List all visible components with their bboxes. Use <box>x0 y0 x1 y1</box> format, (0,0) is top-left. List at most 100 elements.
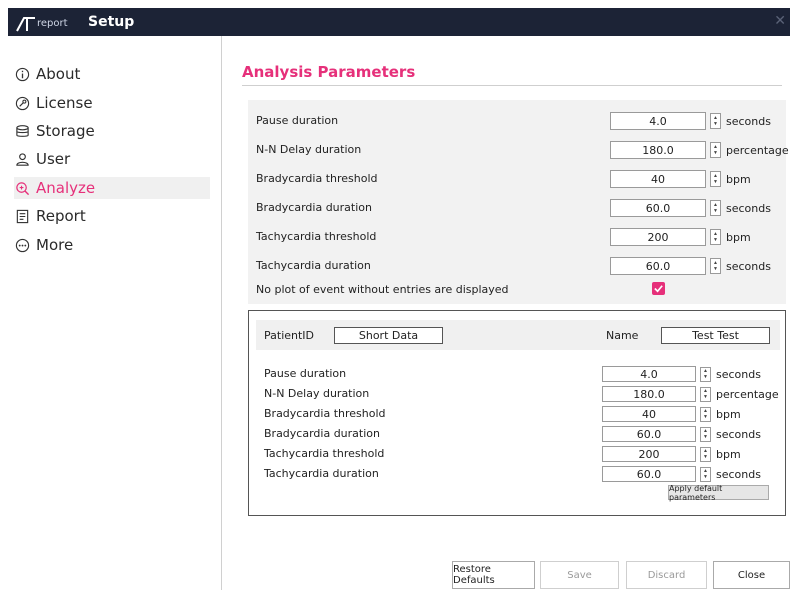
spin-arrows-icon[interactable]: ▲ ▼ <box>700 406 711 422</box>
pause-duration-stepper[interactable]: 4.0 ▲ ▼ seconds <box>610 112 771 130</box>
checkmark-icon <box>654 285 663 293</box>
patient-nn-delay-duration-input[interactable]: 180.0 <box>602 386 696 402</box>
patient-nn-delay-duration-label: N-N Delay duration <box>264 387 370 400</box>
patient-bradycardia-threshold-input[interactable]: 40 <box>602 406 696 422</box>
sidebar-item-label: Storage <box>36 122 95 140</box>
bradycardia-duration-label: Bradycardia duration <box>256 201 372 214</box>
spin-arrows-icon[interactable]: ▲ ▼ <box>700 466 711 482</box>
tachycardia-threshold-stepper[interactable]: 200 ▲ ▼ bpm <box>610 228 751 246</box>
spin-arrows-icon[interactable]: ▲ ▼ <box>700 366 711 382</box>
sidebar-item-more[interactable]: More <box>14 234 200 256</box>
tachycardia-duration-input[interactable]: 60.0 <box>610 257 706 275</box>
unit-label: seconds <box>726 201 771 215</box>
window-title: Setup <box>88 14 135 30</box>
patient-pause-duration-input[interactable]: 4.0 <box>602 366 696 382</box>
no-plot-label: No plot of event without entries are dis… <box>256 283 509 296</box>
bradycardia-threshold-label: Bradycardia threshold <box>256 172 378 185</box>
patient-pause-duration-label: Pause duration <box>264 367 347 380</box>
unit-label: seconds <box>716 467 761 481</box>
patient-tachycardia-duration-stepper[interactable]: 60.0 ▲ ▼ seconds <box>602 465 761 483</box>
sidebar-item-license[interactable]: License <box>14 92 200 114</box>
spin-arrows-icon[interactable]: ▲ ▼ <box>710 171 721 187</box>
patient-bradycardia-threshold-label: Bradycardia threshold <box>264 407 386 420</box>
spin-arrows-icon[interactable]: ▲ ▼ <box>710 200 721 216</box>
patient-name-label: Name <box>606 329 639 342</box>
sidebar-item-report[interactable]: Report <box>14 205 200 227</box>
heading-divider <box>242 85 782 86</box>
page-title: Analysis Parameters <box>242 63 416 81</box>
unit-label: percentage <box>726 143 789 157</box>
sidebar-item-label: More <box>36 236 74 254</box>
sidebar-item-analyze[interactable]: Analyze <box>14 177 210 199</box>
sidebar-item-label: About <box>36 65 81 83</box>
logo-mark-icon <box>16 17 35 32</box>
restore-defaults-button[interactable]: Restore Defaults <box>452 561 535 589</box>
sidebar-item-about[interactable]: About <box>14 63 200 85</box>
sidebar-item-label: License <box>36 94 93 112</box>
save-button[interactable]: Save <box>540 561 619 589</box>
logo-text: report <box>37 18 68 29</box>
patient-tachycardia-threshold-stepper[interactable]: 200 ▲ ▼ bpm <box>602 445 741 463</box>
patient-bradycardia-threshold-stepper[interactable]: 40 ▲ ▼ bpm <box>602 405 741 423</box>
spin-arrows-icon[interactable]: ▲ ▼ <box>700 446 711 462</box>
apply-default-parameters-button[interactable]: Apply default parameters <box>668 484 769 502</box>
tachycardia-threshold-input[interactable]: 200 <box>610 228 706 246</box>
patient-name-field[interactable]: Test Test <box>661 327 770 344</box>
more-icon <box>14 237 30 253</box>
pause-duration-input[interactable]: 4.0 <box>610 112 706 130</box>
nn-delay-duration-input[interactable]: 180.0 <box>610 141 706 159</box>
user-icon <box>14 151 30 167</box>
patient-tachycardia-duration-label: Tachycardia duration <box>264 467 379 480</box>
patient-tachycardia-threshold-input[interactable]: 200 <box>602 446 696 462</box>
tachycardia-threshold-label: Tachycardia threshold <box>256 230 377 243</box>
database-icon <box>14 123 30 139</box>
patient-bradycardia-duration-label: Bradycardia duration <box>264 427 380 440</box>
patient-pause-duration-stepper[interactable]: 4.0 ▲ ▼ seconds <box>602 365 761 383</box>
unit-label: seconds <box>716 427 761 441</box>
unit-label: seconds <box>726 259 771 273</box>
unit-label: bpm <box>716 447 741 461</box>
unit-label: seconds <box>726 114 771 128</box>
bradycardia-duration-input[interactable]: 60.0 <box>610 199 706 217</box>
no-plot-checkbox[interactable] <box>652 282 665 295</box>
title-bar: report Setup ✕ <box>8 8 790 36</box>
sidebar-item-label: User <box>36 150 71 168</box>
patient-bradycardia-duration-input[interactable]: 60.0 <box>602 426 696 442</box>
patient-nn-delay-duration-stepper[interactable]: 180.0 ▲ ▼ percentage <box>602 385 779 403</box>
info-icon <box>14 66 30 82</box>
sidebar-item-label: Analyze <box>36 179 96 197</box>
patient-id-label: PatientID <box>264 329 315 342</box>
spin-arrows-icon[interactable]: ▲ ▼ <box>710 142 721 158</box>
unit-label: percentage <box>716 387 779 401</box>
unit-label: bpm <box>726 230 751 244</box>
patient-bradycardia-duration-stepper[interactable]: 60.0 ▲ ▼ seconds <box>602 425 761 443</box>
bradycardia-threshold-input[interactable]: 40 <box>610 170 706 188</box>
sidebar-item-user[interactable]: User <box>14 148 200 170</box>
patient-tachycardia-threshold-label: Tachycardia threshold <box>264 447 385 460</box>
discard-button[interactable]: Discard <box>626 561 707 589</box>
close-window-icon[interactable]: ✕ <box>774 12 786 29</box>
spin-arrows-icon[interactable]: ▲ ▼ <box>710 229 721 245</box>
unit-label: seconds <box>716 367 761 381</box>
patient-tachycardia-duration-input[interactable]: 60.0 <box>602 466 696 482</box>
close-button[interactable]: Close <box>713 561 790 589</box>
sidebar-item-storage[interactable]: Storage <box>14 120 200 142</box>
spin-arrows-icon[interactable]: ▲ ▼ <box>710 258 721 274</box>
patient-id-field[interactable]: Short Data <box>334 327 443 344</box>
nn-delay-duration-stepper[interactable]: 180.0 ▲ ▼ percentage <box>610 141 789 159</box>
spin-arrows-icon[interactable]: ▲ ▼ <box>700 386 711 402</box>
pause-duration-label: Pause duration <box>256 114 339 127</box>
report-icon <box>14 208 30 224</box>
spin-arrows-icon[interactable]: ▲ ▼ <box>700 426 711 442</box>
tachycardia-duration-stepper[interactable]: 60.0 ▲ ▼ seconds <box>610 257 771 275</box>
unit-label: bpm <box>716 407 741 421</box>
app-logo: report <box>16 12 68 32</box>
nn-delay-duration-label: N-N Delay duration <box>256 143 362 156</box>
key-icon <box>14 95 30 111</box>
tachycardia-duration-label: Tachycardia duration <box>256 259 371 272</box>
bradycardia-duration-stepper[interactable]: 60.0 ▲ ▼ seconds <box>610 199 771 217</box>
bradycardia-threshold-stepper[interactable]: 40 ▲ ▼ bpm <box>610 170 751 188</box>
spin-arrows-icon[interactable]: ▲ ▼ <box>710 113 721 129</box>
sidebar-item-label: Report <box>36 207 86 225</box>
unit-label: bpm <box>726 172 751 186</box>
